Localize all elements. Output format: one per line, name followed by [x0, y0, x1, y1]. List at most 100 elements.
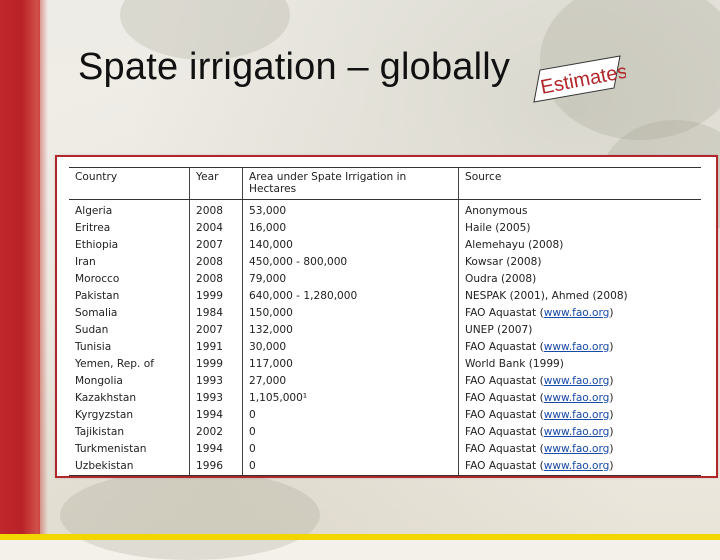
- background-tree: [60, 470, 320, 560]
- cell-area: 1,105,000¹: [242, 390, 459, 407]
- cell-area: 0: [242, 458, 459, 476]
- cell-country: Uzbekistan: [69, 458, 190, 476]
- cell-country: Pakistan: [75, 290, 120, 302]
- cell-year: 2007: [189, 237, 243, 254]
- cell-country: Kyrgyzstan: [75, 409, 134, 421]
- table-image-frame: Country Year Area under Spate Irrigation…: [55, 155, 718, 478]
- source-text: UNEP (2007): [465, 324, 533, 336]
- source-text-close: ): [609, 307, 614, 319]
- cell-country: Kazakhstan: [75, 392, 137, 404]
- table-row: Sudan 2007 132,000 UNEP (2007): [69, 322, 701, 339]
- cell-area: 140,000: [242, 237, 459, 254]
- cell-area: 450,000 - 800,000: [242, 254, 459, 271]
- cell-year: 1999: [189, 288, 243, 305]
- red-side-bar: [0, 0, 48, 540]
- source-text-close: ): [609, 426, 614, 438]
- source-link[interactable]: www.fao.org: [544, 375, 610, 387]
- cell-area: 79,000: [242, 271, 459, 288]
- yellow-bottom-strip: [0, 534, 720, 540]
- cell-area: 53,000: [242, 199, 459, 220]
- spate-irrigation-table: Country Year Area under Spate Irrigation…: [69, 167, 701, 476]
- cell-country: Sudan: [75, 324, 109, 336]
- cell-source: World Bank (1999): [458, 356, 701, 373]
- cell-year: 1991: [189, 339, 243, 356]
- source-link[interactable]: www.fao.org: [544, 426, 610, 438]
- cell-source: UNEP (2007): [458, 322, 701, 339]
- cell-source: FAO Aquastat (www.fao.org): [458, 373, 701, 390]
- table-row: Morocco 2008 79,000 Oudra (2008): [69, 271, 701, 288]
- cell-area: 0: [242, 424, 459, 441]
- table-row: Kazakhstan 1993 1,105,000¹ FAO Aquastat (ww…: [69, 390, 701, 407]
- cell-source: FAO Aquastat (www.fao.org): [458, 407, 701, 424]
- cell-year: 1996: [189, 458, 243, 476]
- table-body: Algeria 2008 53,000 Anonymous Eritrea 2004 16,…: [69, 199, 701, 476]
- estimates-stamp: Estimates: [533, 55, 626, 103]
- cell-year: 1984: [189, 305, 243, 322]
- cell-year: 1999: [189, 356, 243, 373]
- cell-year: 2008: [189, 254, 243, 271]
- cell-source: Alemehayu (2008): [458, 237, 701, 254]
- cell-source: FAO Aquastat (www.fao.org): [458, 458, 701, 476]
- source-text: Haile (2005): [465, 222, 531, 234]
- source-text: FAO Aquastat (: [465, 443, 544, 455]
- cell-area: 117,000: [242, 356, 459, 373]
- source-text-close: ): [609, 375, 614, 387]
- source-text: FAO Aquastat (: [465, 341, 544, 353]
- cell-country: Algeria: [75, 205, 113, 217]
- table-row: Iran 2008 450,000 - 800,000 Kowsar (2008): [69, 254, 701, 271]
- cell-source: FAO Aquastat (www.fao.org): [458, 305, 701, 322]
- source-text: FAO Aquastat (: [465, 460, 544, 472]
- cell-country: Tajikistan: [75, 426, 125, 438]
- cell-country: Tunisia: [75, 341, 112, 353]
- table-header-row: Country Year Area under Spate Irrigation…: [69, 167, 701, 200]
- cell-source: FAO Aquastat (www.fao.org): [458, 441, 701, 458]
- cell-area: 150,000: [242, 305, 459, 322]
- cell-source: NESPAK (2001), Ahmed (2008): [458, 288, 701, 305]
- source-link[interactable]: www.fao.org: [544, 443, 610, 455]
- cell-year: 2007: [189, 322, 243, 339]
- cell-year: 1993: [189, 390, 243, 407]
- cell-area: 132,000: [242, 322, 459, 339]
- source-text-close: ): [609, 443, 614, 455]
- source-text: World Bank (1999): [465, 358, 564, 370]
- cell-source: FAO Aquastat (www.fao.org): [458, 339, 701, 356]
- source-text: Oudra (2008): [465, 273, 537, 285]
- cell-area: 0: [242, 441, 459, 458]
- table-row: Somalia 1984 150,000 FAO Aquastat (www.fao.…: [69, 305, 701, 322]
- slide-title: Spate irrigation – globally: [78, 46, 511, 88]
- source-text: FAO Aquastat (: [465, 426, 544, 438]
- source-text-close: ): [609, 409, 614, 421]
- source-text: FAO Aquastat (: [465, 409, 544, 421]
- source-text: Anonymous: [465, 205, 528, 217]
- cell-source: Anonymous: [458, 199, 701, 220]
- cell-country: Somalia: [75, 307, 118, 319]
- source-link[interactable]: www.fao.org: [544, 341, 610, 353]
- source-link[interactable]: www.fao.org: [544, 409, 610, 421]
- cell-source: Haile (2005): [458, 220, 701, 237]
- cell-country: Turkmenistan: [75, 443, 147, 455]
- header-year: Year: [189, 167, 243, 200]
- source-text: Kowsar (2008): [465, 256, 542, 268]
- cell-country: Iran: [75, 256, 96, 268]
- cell-source: Kowsar (2008): [458, 254, 701, 271]
- source-link[interactable]: www.fao.org: [544, 307, 610, 319]
- table-row: Yemen, Rep. of 1999 117,000 World Bank (199…: [69, 356, 701, 373]
- cell-country: Eritrea: [75, 222, 111, 234]
- table-row: Eritrea 2004 16,000 Haile (2005): [69, 220, 701, 237]
- cell-country: Mongolia: [75, 375, 123, 387]
- cell-source: FAO Aquastat (www.fao.org): [458, 424, 701, 441]
- source-text: Alemehayu (2008): [465, 239, 564, 251]
- source-link[interactable]: www.fao.org: [544, 460, 610, 472]
- source-link[interactable]: www.fao.org: [544, 392, 610, 404]
- cell-area: 27,000: [242, 373, 459, 390]
- source-text-close: ): [609, 392, 614, 404]
- cell-year: 1994: [189, 407, 243, 424]
- cell-country: Morocco: [75, 273, 120, 285]
- cell-source: FAO Aquastat (www.fao.org): [458, 390, 701, 407]
- source-text: NESPAK (2001), Ahmed (2008): [465, 290, 628, 302]
- table-row: Tajikistan 2002 0 FAO Aquastat (www.fao.org…: [69, 424, 701, 441]
- cell-area: 30,000: [242, 339, 459, 356]
- cell-year: 1994: [189, 441, 243, 458]
- table-row: Tunisia 1991 30,000 FAO Aquastat (www.fao.o…: [69, 339, 701, 356]
- header-source: Source: [458, 167, 701, 200]
